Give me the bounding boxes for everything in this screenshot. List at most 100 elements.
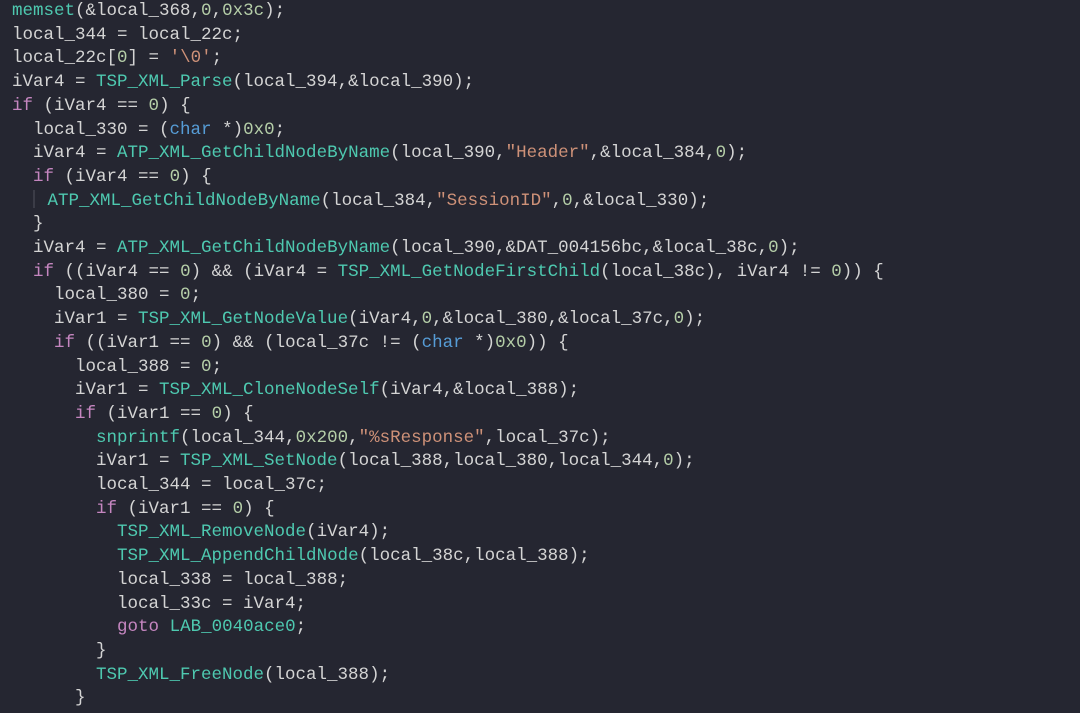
code-token: ; bbox=[212, 357, 223, 377]
code-token: 0 bbox=[768, 238, 779, 258]
code-token: if bbox=[33, 167, 54, 187]
code-line[interactable]: iVar4 = ATP_XML_GetChildNodeByName(local… bbox=[12, 143, 747, 163]
code-token: char bbox=[422, 333, 464, 353]
code-token: (local_390,&DAT_004156bc,&local_38c, bbox=[390, 238, 768, 258]
code-line[interactable]: if (iVar1 == 0) { bbox=[12, 404, 254, 424]
code-token: local_22c[ bbox=[12, 48, 117, 68]
code-line[interactable]: local_344 = local_22c; bbox=[12, 25, 243, 45]
code-token: 0x200 bbox=[296, 428, 349, 448]
code-line[interactable]: } bbox=[12, 641, 107, 661]
code-token: } bbox=[96, 641, 107, 661]
code-token: local_380 = bbox=[54, 285, 180, 305]
code-line[interactable]: local_330 = (char *)0x0; bbox=[12, 120, 285, 140]
code-token: ; bbox=[296, 617, 307, 637]
code-token: 0 bbox=[201, 333, 212, 353]
code-token: 0x0 bbox=[495, 333, 527, 353]
code-line[interactable]: TSP_XML_FreeNode(local_388); bbox=[12, 665, 390, 685]
code-token: (local_390, bbox=[390, 143, 506, 163]
code-line[interactable]: iVar4 = ATP_XML_GetChildNodeByName(local… bbox=[12, 238, 800, 258]
code-token: ((iVar4 == bbox=[54, 262, 180, 282]
code-token: local_344 = local_22c; bbox=[12, 25, 243, 45]
code-line[interactable]: goto LAB_0040ace0; bbox=[12, 617, 306, 637]
code-token: (iVar4, bbox=[348, 309, 422, 329]
code-token: (iVar4 == bbox=[33, 96, 149, 116]
code-line[interactable]: iVar4 = TSP_XML_Parse(local_394,&local_3… bbox=[12, 72, 474, 92]
code-token: (iVar4,&local_388); bbox=[380, 380, 580, 400]
code-token: ,&local_384, bbox=[590, 143, 716, 163]
code-token: (local_344, bbox=[180, 428, 296, 448]
code-token: , bbox=[348, 428, 359, 448]
code-token: 0x0 bbox=[243, 120, 275, 140]
code-token: } bbox=[33, 214, 44, 234]
code-token: ((iVar1 == bbox=[75, 333, 201, 353]
code-token: TSP_XML_CloneNodeSelf bbox=[159, 380, 380, 400]
code-token: (local_38c), iVar4 != bbox=[600, 262, 831, 282]
code-line[interactable]: if (iVar4 == 0) { bbox=[12, 167, 212, 187]
code-token: ) { bbox=[243, 499, 275, 519]
code-line[interactable]: iVar1 = TSP_XML_SetNode(local_388,local_… bbox=[12, 451, 695, 471]
code-token: TSP_XML_FreeNode bbox=[96, 665, 264, 685]
code-line[interactable]: } bbox=[12, 214, 44, 234]
code-line[interactable]: TSP_XML_AppendChildNode(local_38c,local_… bbox=[12, 546, 590, 566]
code-line[interactable]: TSP_XML_RemoveNode(iVar4); bbox=[12, 522, 390, 542]
code-token: 0 bbox=[201, 357, 212, 377]
code-token: (&local_368, bbox=[75, 1, 201, 21]
code-line[interactable]: local_344 = local_37c; bbox=[12, 475, 327, 495]
code-line[interactable]: ATP_XML_GetChildNodeByName(local_384,"Se… bbox=[12, 191, 709, 211]
code-token: 0 bbox=[422, 309, 433, 329]
code-line[interactable]: local_380 = 0; bbox=[12, 285, 201, 305]
code-line[interactable]: snprintf(local_344,0x200,"%sResponse",lo… bbox=[12, 428, 611, 448]
indent-guide bbox=[33, 190, 35, 208]
code-line[interactable]: local_338 = local_388; bbox=[12, 570, 348, 590]
code-line[interactable]: iVar1 = TSP_XML_GetNodeValue(iVar4,0,&lo… bbox=[12, 309, 705, 329]
code-token: char bbox=[170, 120, 212, 140]
code-line[interactable]: local_33c = iVar4; bbox=[12, 594, 306, 614]
code-token: (local_388,local_380,local_344, bbox=[338, 451, 664, 471]
code-line[interactable]: memset(&local_368,0,0x3c); bbox=[12, 1, 285, 21]
code-token: ); bbox=[264, 1, 285, 21]
code-token: local_338 = local_388; bbox=[117, 570, 348, 590]
decompiled-code-view[interactable]: memset(&local_368,0,0x3c); local_344 = l… bbox=[0, 0, 1080, 711]
code-token: ATP_XML_GetChildNodeByName bbox=[117, 143, 390, 163]
code-token: (iVar4 == bbox=[54, 167, 170, 187]
code-token: local_330 = ( bbox=[33, 120, 170, 140]
code-token: ,&local_380,&local_37c, bbox=[432, 309, 674, 329]
code-token: TSP_XML_RemoveNode bbox=[117, 522, 306, 542]
code-line[interactable]: iVar1 = TSP_XML_CloneNodeSelf(iVar4,&loc… bbox=[12, 380, 579, 400]
code-token: , bbox=[212, 1, 223, 21]
code-token: (iVar1 == bbox=[96, 404, 212, 424]
code-token: ,local_37c); bbox=[485, 428, 611, 448]
code-line[interactable]: local_22c[0] = '\0'; bbox=[12, 48, 222, 68]
code-token: 0 bbox=[180, 285, 191, 305]
code-token: (local_38c,local_388); bbox=[359, 546, 590, 566]
code-token: ; bbox=[212, 48, 223, 68]
code-line[interactable]: if (iVar1 == 0) { bbox=[12, 499, 275, 519]
code-token: ATP_XML_GetChildNodeByName bbox=[117, 238, 390, 258]
code-token: ) { bbox=[159, 96, 191, 116]
code-token: ] = bbox=[128, 48, 170, 68]
code-token: "SessionID" bbox=[436, 191, 552, 211]
code-token: ,&local_330); bbox=[573, 191, 710, 211]
code-token: ATP_XML_GetChildNodeByName bbox=[48, 191, 321, 211]
code-token: (iVar1 == bbox=[117, 499, 233, 519]
code-token: iVar1 = bbox=[75, 380, 159, 400]
code-token: 0 bbox=[201, 1, 212, 21]
code-line[interactable]: if ((iVar1 == 0) && (local_37c != (char … bbox=[12, 333, 569, 353]
code-token: 0x3c bbox=[222, 1, 264, 21]
code-token: TSP_XML_GetNodeFirstChild bbox=[338, 262, 601, 282]
code-token: )) { bbox=[527, 333, 569, 353]
code-token bbox=[159, 617, 170, 637]
code-token: )) { bbox=[842, 262, 884, 282]
code-line[interactable]: if (iVar4 == 0) { bbox=[12, 96, 191, 116]
code-token: 0 bbox=[674, 309, 685, 329]
code-line[interactable]: if ((iVar4 == 0) && (iVar4 = TSP_XML_Get… bbox=[12, 262, 884, 282]
code-line[interactable]: } bbox=[12, 688, 86, 708]
code-line[interactable]: local_388 = 0; bbox=[12, 357, 222, 377]
code-token: 0 bbox=[212, 404, 223, 424]
code-token: (local_388); bbox=[264, 665, 390, 685]
code-token: ; bbox=[191, 285, 202, 305]
code-token: *) bbox=[212, 120, 244, 140]
code-token: if bbox=[33, 262, 54, 282]
code-token: 0 bbox=[562, 191, 573, 211]
code-token: goto bbox=[117, 617, 159, 637]
